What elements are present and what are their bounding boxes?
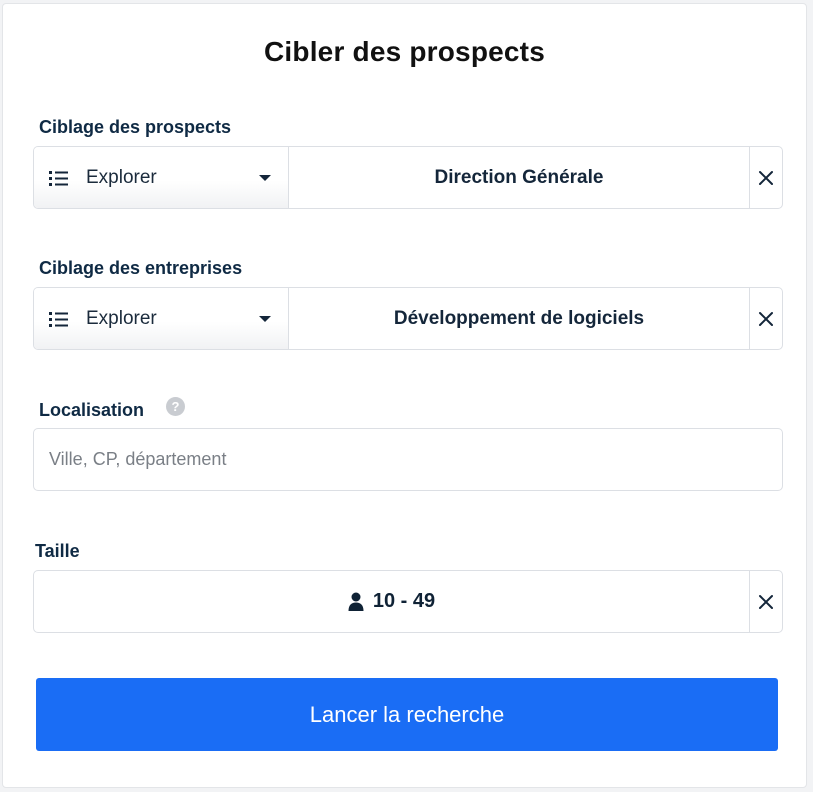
caret-down-icon	[259, 315, 271, 322]
prospects-field: Explorer Direction Générale	[33, 146, 783, 209]
clear-prospects-button[interactable]	[749, 147, 782, 208]
close-icon	[759, 311, 773, 326]
companies-mode-dropdown[interactable]: Explorer	[34, 288, 289, 349]
location-input[interactable]	[33, 428, 783, 491]
close-icon	[759, 170, 773, 185]
caret-down-icon	[259, 174, 271, 181]
location-label: Localisation	[39, 400, 145, 420]
size-label: Taille	[35, 541, 80, 561]
size-field: 10 - 49	[33, 570, 783, 633]
prospects-label: Ciblage des prospects	[39, 117, 232, 137]
companies-label: Ciblage des entreprises	[39, 258, 243, 278]
companies-field: Explorer Développement de logiciels	[33, 287, 783, 350]
prospects-value[interactable]: Direction Générale	[289, 147, 749, 208]
list-icon	[49, 311, 68, 327]
companies-mode-label: Explorer	[86, 307, 157, 329]
launch-search-button[interactable]: Lancer la recherche	[36, 678, 778, 751]
prospects-mode-dropdown[interactable]: Explorer	[34, 147, 289, 208]
user-icon	[348, 592, 364, 611]
page-title: Cibler des prospects	[264, 36, 545, 67]
clear-size-button[interactable]	[749, 571, 782, 632]
size-value: 10 - 49	[372, 590, 436, 612]
prospects-mode-label: Explorer	[86, 166, 157, 188]
close-icon	[759, 594, 773, 609]
list-icon	[49, 170, 68, 186]
companies-value[interactable]: Développement de logiciels	[289, 288, 749, 349]
clear-companies-button[interactable]	[749, 288, 782, 349]
size-value-container[interactable]: 10 - 49	[34, 571, 749, 632]
help-icon[interactable]: ?	[166, 397, 185, 416]
